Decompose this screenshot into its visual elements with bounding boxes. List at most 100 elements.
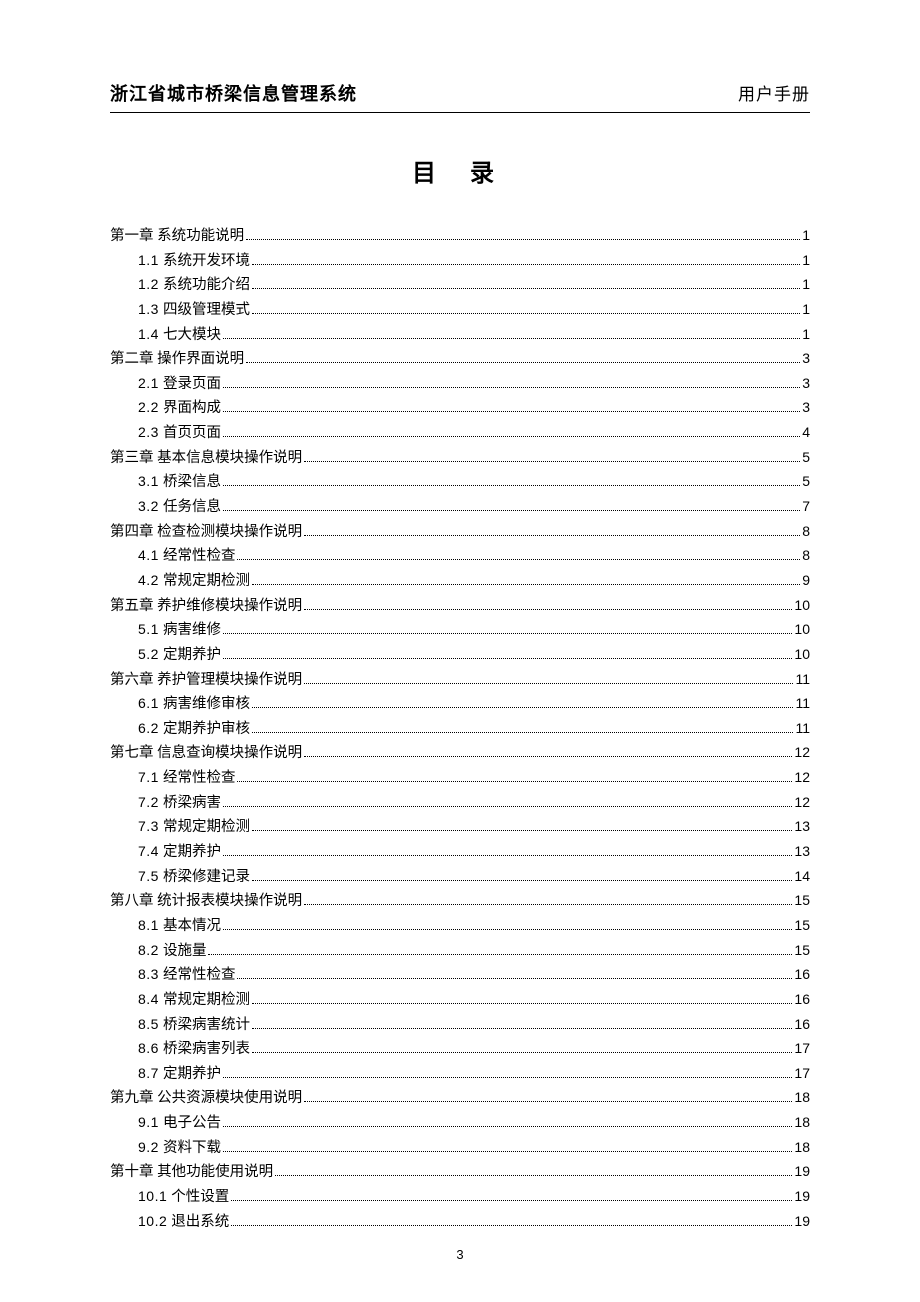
toc-leader-dots xyxy=(252,1028,792,1029)
toc-entry: 8.2设施量15 xyxy=(110,939,810,964)
toc-entry-text: 退出系统 xyxy=(171,1214,229,1230)
toc-entry-page: 18 xyxy=(794,1136,810,1160)
toc-entry: 7.4定期养护13 xyxy=(110,840,810,865)
header-right-title: 用户手册 xyxy=(738,80,810,105)
toc-entry-text: 桥梁病害 xyxy=(163,795,221,811)
toc-entry-page: 19 xyxy=(794,1160,810,1184)
toc-entry-number: 7.3 xyxy=(138,818,159,834)
toc-entry-page: 5 xyxy=(802,470,810,494)
toc-entry-number: 2.2 xyxy=(138,399,159,415)
toc-entry-text: 系统开发环境 xyxy=(163,253,250,269)
toc-entry-label: 9.1电子公告 xyxy=(138,1111,221,1136)
toc-entry: 6.2定期养护审核11 xyxy=(110,717,810,742)
toc-entry-label: 第七章 信息查询模块操作说明 xyxy=(110,741,302,766)
toc-entry-number: 7.2 xyxy=(138,794,159,810)
toc-entry-page: 5 xyxy=(802,446,810,470)
page-number: 3 xyxy=(0,1247,920,1262)
toc-entry-label: 8.5桥梁病害统计 xyxy=(138,1013,250,1038)
toc-entry-page: 13 xyxy=(794,840,810,864)
toc-entry-page: 9 xyxy=(802,569,810,593)
toc-entry-number: 1.2 xyxy=(138,276,159,292)
toc-entry-text: 第六章 养护管理模块操作说明 xyxy=(110,672,302,688)
toc-entry-number: 8.3 xyxy=(138,966,159,982)
toc-leader-dots xyxy=(223,1077,792,1078)
toc-entry-page: 3 xyxy=(802,372,810,396)
toc-entry-label: 第一章 系统功能说明 xyxy=(110,224,244,249)
toc-entry-number: 9.1 xyxy=(138,1114,159,1130)
toc-entry: 8.3经常性检查16 xyxy=(110,963,810,988)
toc-entry: 8.4常规定期检测16 xyxy=(110,988,810,1013)
toc-leader-dots xyxy=(223,338,800,339)
toc-entry-label: 5.1病害维修 xyxy=(138,618,221,643)
toc-entry-page: 11 xyxy=(795,692,810,716)
toc-entry-text: 经常性检查 xyxy=(163,770,236,786)
toc-entry-label: 第六章 养护管理模块操作说明 xyxy=(110,668,302,693)
toc-entry-text: 四级管理模式 xyxy=(163,302,250,318)
toc-entry-page: 1 xyxy=(802,249,810,273)
toc-entry-page: 19 xyxy=(794,1185,810,1209)
toc-entry-text: 桥梁信息 xyxy=(163,474,221,490)
toc-entry-number: 4.1 xyxy=(138,547,159,563)
toc-entry: 1.4七大模块1 xyxy=(110,323,810,348)
toc-entry-page: 1 xyxy=(802,323,810,347)
toc-entry-number: 1.3 xyxy=(138,301,159,317)
toc-entry-label: 10.2退出系统 xyxy=(138,1210,229,1235)
toc-entry-label: 3.2任务信息 xyxy=(138,495,221,520)
toc-heading: 目 录 xyxy=(110,153,810,188)
toc-entry-page: 10 xyxy=(794,618,810,642)
toc-entry-text: 七大模块 xyxy=(163,327,221,343)
toc-entry-text: 第二章 操作界面说明 xyxy=(110,351,244,367)
toc-leader-dots xyxy=(275,1175,792,1176)
toc-leader-dots xyxy=(252,584,800,585)
toc-entry-text: 第五章 养护维修模块操作说明 xyxy=(110,598,302,614)
toc-entry: 7.1经常性检查12 xyxy=(110,766,810,791)
toc-entry: 第十章 其他功能使用说明 19 xyxy=(110,1160,810,1185)
toc-entry-text: 定期养护 xyxy=(163,647,221,663)
toc-entry-page: 19 xyxy=(794,1210,810,1234)
toc-leader-dots xyxy=(223,658,792,659)
toc-entry-label: 4.2常规定期检测 xyxy=(138,569,250,594)
toc-entry-text: 病害维修 xyxy=(163,622,221,638)
toc-entry-label: 第三章 基本信息模块操作说明 xyxy=(110,446,302,471)
toc-entry-label: 8.4常规定期检测 xyxy=(138,988,250,1013)
toc-entry-label: 第十章 其他功能使用说明 xyxy=(110,1160,273,1185)
toc-entry: 8.1基本情况15 xyxy=(110,914,810,939)
toc-entry: 第三章 基本信息模块操作说明 5 xyxy=(110,446,810,471)
toc-entry-number: 3.1 xyxy=(138,473,159,489)
toc-entry: 6.1病害维修审核 11 xyxy=(110,692,810,717)
toc-leader-dots xyxy=(237,978,792,979)
toc-entry-page: 3 xyxy=(802,347,810,371)
toc-entry-text: 桥梁修建记录 xyxy=(163,869,250,885)
toc-entry-text: 第四章 检查检测模块操作说明 xyxy=(110,524,302,540)
toc-leader-dots xyxy=(223,1151,792,1152)
toc-entry-text: 第八章 统计报表模块操作说明 xyxy=(110,893,302,909)
toc-leader-dots xyxy=(223,633,792,634)
toc-entry-page: 11 xyxy=(795,668,810,692)
toc-entry: 5.1病害维修 10 xyxy=(110,618,810,643)
toc-entry-text: 电子公告 xyxy=(163,1115,221,1131)
toc-entry-number: 2.1 xyxy=(138,375,159,391)
toc-leader-dots xyxy=(223,387,800,388)
toc-entry: 第八章 统计报表模块操作说明15 xyxy=(110,889,810,914)
toc-entry-text: 设施量 xyxy=(163,943,207,959)
toc-entry-text: 定期养护 xyxy=(163,1066,221,1082)
toc-entry: 1.3四级管理模式1 xyxy=(110,298,810,323)
toc-entry-text: 首页页面 xyxy=(163,425,221,441)
toc-entry-text: 基本情况 xyxy=(163,918,221,934)
toc-entry: 第七章 信息查询模块操作说明12 xyxy=(110,741,810,766)
toc-entry-text: 界面构成 xyxy=(163,400,221,416)
toc-leader-dots xyxy=(246,362,800,363)
toc-entry-page: 1 xyxy=(802,273,810,297)
toc-leader-dots xyxy=(304,904,792,905)
toc-entry: 2.1登录页面3 xyxy=(110,372,810,397)
toc-entry-page: 12 xyxy=(794,791,810,815)
toc-leader-dots xyxy=(223,510,800,511)
toc-entry-number: 3.2 xyxy=(138,498,159,514)
toc-leader-dots xyxy=(304,609,792,610)
toc-entry-number: 8.6 xyxy=(138,1040,159,1056)
toc-entry-label: 9.2资料下载 xyxy=(138,1136,221,1161)
toc-entry-label: 6.1病害维修审核 xyxy=(138,692,250,717)
toc-entry-text: 常规定期检测 xyxy=(163,573,250,589)
toc-leader-dots xyxy=(223,806,792,807)
toc-entry-label: 8.2设施量 xyxy=(138,939,206,964)
